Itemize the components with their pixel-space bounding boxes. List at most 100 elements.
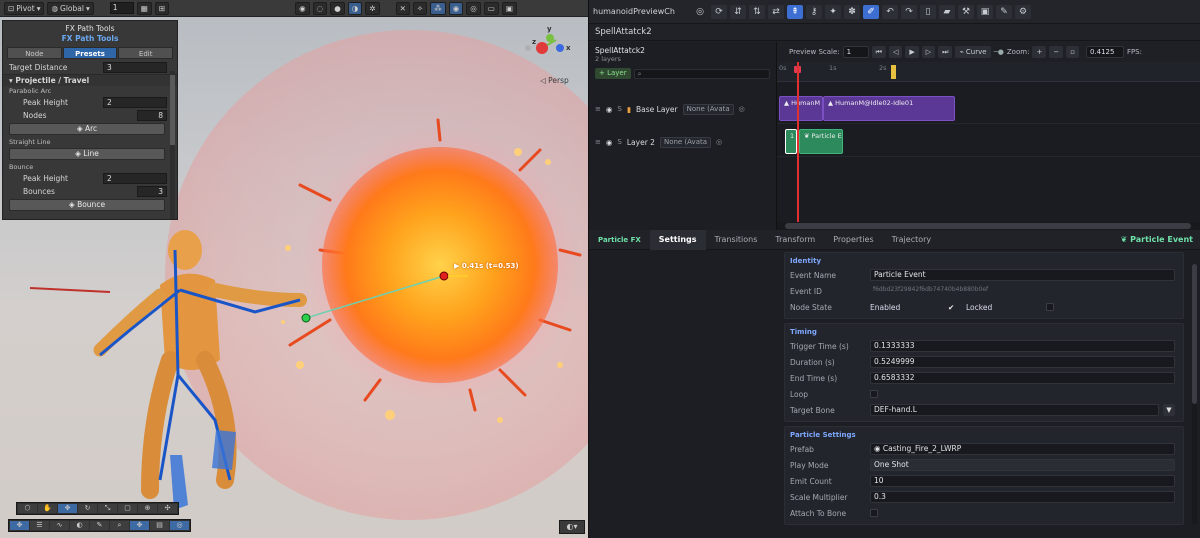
enabled-checkbox[interactable]: ✔ xyxy=(948,303,966,312)
paw-icon[interactable]: ✽ xyxy=(844,4,860,19)
target-pick-icon[interactable]: ◎ xyxy=(692,5,708,19)
curve-icon[interactable]: ∿ xyxy=(50,521,69,530)
anim-clip-humanm[interactable]: ▲ HumanM xyxy=(779,96,823,121)
tools-icon[interactable]: ⚒ xyxy=(958,4,974,19)
gizmos-button[interactable]: ▣ xyxy=(501,1,517,15)
draw-mode-button[interactable]: ◉ xyxy=(295,1,310,15)
event-clip-small[interactable]: 1 xyxy=(785,129,797,154)
track-base-layer[interactable]: ▲ HumanM ▲ HumanM@Idle02-Idle01 xyxy=(777,94,1200,124)
last-frame-button[interactable]: ⏭ xyxy=(938,46,953,58)
target-icon[interactable]: ◎ xyxy=(170,521,189,530)
first-frame-button[interactable]: ⏮ xyxy=(871,46,886,58)
play-mode-select[interactable]: One Shot xyxy=(870,459,1175,471)
drag-handle-icon[interactable]: ≡ xyxy=(595,138,601,146)
tab-transitions[interactable]: Transitions xyxy=(706,230,767,250)
emit-count-input[interactable]: 10 xyxy=(870,475,1175,487)
layer-row-base[interactable]: ≡ ◉ S ▮ Base Layer None (Avata ◎ xyxy=(589,94,777,124)
peak-height-field[interactable]: 2 xyxy=(103,97,167,108)
attach-to-bone-checkbox[interactable] xyxy=(870,509,878,517)
target-icon[interactable]: ◎ xyxy=(716,138,722,146)
locked-checkbox[interactable] xyxy=(1046,303,1054,311)
pivot-dropdown[interactable]: ⊡ Pivot ▾ xyxy=(4,1,45,15)
playhead-line[interactable] xyxy=(797,62,799,230)
node-edit-icon[interactable]: ▤ xyxy=(150,521,169,530)
effects-toggle-button[interactable]: ⁂ xyxy=(430,1,446,15)
half-circle-icon[interactable]: ◐ xyxy=(70,521,89,530)
brush-icon[interactable]: ✎ xyxy=(90,521,109,530)
swap-icon[interactable]: ⇄ xyxy=(768,4,784,19)
zoom-out-button[interactable]: − xyxy=(1049,46,1064,58)
tab-edit[interactable]: Edit xyxy=(118,47,174,59)
time-ruler[interactable]: 0s 1s 2s xyxy=(777,62,1200,82)
inspector-scroll-thumb[interactable] xyxy=(1192,264,1197,404)
solo-toggle[interactable]: S xyxy=(617,105,621,113)
grid-toggle-button[interactable]: ⊞ xyxy=(154,1,170,15)
path-start-handle[interactable] xyxy=(301,313,311,323)
layer-row-2[interactable]: ≡ ◉ S Layer 2 None (Avata ◎ xyxy=(589,127,777,157)
shading-lit-button[interactable]: ◑ xyxy=(347,1,363,15)
zoom-fit-button[interactable]: ▫ xyxy=(1066,46,1079,58)
zoom-in-button[interactable]: + xyxy=(1032,46,1047,58)
play-button[interactable]: ▶ xyxy=(905,46,919,58)
end-time-input[interactable]: 0.6583332 xyxy=(870,372,1175,384)
next-frame-button[interactable]: ▷ xyxy=(921,46,936,58)
sliders-icon[interactable]: ☰ xyxy=(30,521,49,530)
brush-tool-icon[interactable]: ✎ xyxy=(996,4,1012,19)
arc-button[interactable]: ◈ Arc xyxy=(9,123,165,135)
gear-icon[interactable]: ⚙ xyxy=(1015,4,1031,19)
timeline-scroll-thumb[interactable] xyxy=(785,223,1191,229)
camera-view-button[interactable]: ◐▾ xyxy=(559,520,585,534)
scale-icon[interactable]: ⤡ xyxy=(98,504,117,513)
sync-icon[interactable]: ⇵ xyxy=(730,4,746,19)
refresh-icon[interactable]: ⟳ xyxy=(711,4,727,19)
trigger-time-input[interactable]: 0.1333333 xyxy=(870,340,1175,352)
redo-icon[interactable]: ↷ xyxy=(901,4,917,19)
global-dropdown[interactable]: ◍ Global ▾ xyxy=(47,1,94,15)
target-icon[interactable]: ◎ xyxy=(739,105,745,113)
play-loop-icon[interactable]: ⇅ xyxy=(749,4,765,19)
event-clip-particle[interactable]: ❦ Particle Eve xyxy=(799,129,843,154)
eye-icon[interactable]: ◉ xyxy=(606,105,613,114)
rotate-icon[interactable]: ↻ xyxy=(78,504,97,513)
transform-icon[interactable]: ⊕ xyxy=(138,504,157,513)
curve-button[interactable]: ⌁ Curve xyxy=(955,46,991,58)
undo-icon[interactable]: ↶ xyxy=(882,4,898,19)
preview-object-field[interactable]: humanoidPreviewCh xyxy=(593,7,689,16)
snap-value-field[interactable]: 1 xyxy=(109,2,134,14)
bounce-button[interactable]: ◈ Bounce xyxy=(9,199,165,211)
lock-icon[interactable]: ▮ xyxy=(627,105,631,114)
scene-view[interactable]: ⊡ Pivot ▾ ◍ Global ▾ 1 ▦ ⊞ ◉ ◌ ● ◑ ✲ ✕ ✧ ⁂ ◉… xyxy=(0,0,588,538)
node-move-icon[interactable]: ✥ xyxy=(130,521,149,530)
preview-scale-field[interactable]: 1 xyxy=(842,46,869,58)
projectile-section-header[interactable]: ▾ Projectile / Travel xyxy=(3,74,177,86)
2d-toggle-button[interactable]: ✕ xyxy=(395,1,410,15)
loop-checkbox[interactable] xyxy=(870,390,878,398)
lighting-toggle-button[interactable]: ✧ xyxy=(412,1,428,15)
tab-trajectory[interactable]: Trajectory xyxy=(883,230,941,250)
camera-settings-button[interactable]: ▭ xyxy=(483,1,499,15)
save-icon[interactable]: ▣ xyxy=(977,4,993,19)
target-distance-field[interactable]: 3 xyxy=(103,62,167,73)
wand-icon[interactable]: ✐ xyxy=(863,4,879,19)
spawn-icon[interactable]: ⇞ xyxy=(787,4,803,19)
shading-solid-button[interactable]: ● xyxy=(330,1,345,15)
tab-properties[interactable]: Properties xyxy=(824,230,882,250)
tab-node[interactable]: Node xyxy=(7,47,62,59)
duration-input[interactable]: 0.5249999 xyxy=(870,356,1175,368)
visibility-toggle-button[interactable]: ◉ xyxy=(448,1,464,15)
panel-scroll-thumb[interactable] xyxy=(170,75,175,145)
key-icon[interactable]: ⚷ xyxy=(806,4,822,19)
clip-end-marker[interactable] xyxy=(891,65,896,79)
zoom-slider[interactable]: ─● xyxy=(994,48,1004,56)
tab-transform[interactable]: Transform xyxy=(766,230,824,250)
bounces-field[interactable]: 3 xyxy=(137,186,167,197)
magnify-icon[interactable]: ⌕ xyxy=(110,521,129,530)
event-name-input[interactable]: Particle Event xyxy=(870,269,1175,281)
drag-handle-icon[interactable]: ≡ xyxy=(595,105,601,113)
line-button[interactable]: ◈ Line xyxy=(9,148,165,160)
path-move-icon[interactable]: ✥ xyxy=(10,521,29,530)
custom-tool-icon[interactable]: ✣ xyxy=(158,504,177,513)
current-time-field[interactable]: 0.4125 xyxy=(1085,46,1124,58)
bone-dropdown-button[interactable]: ▼ xyxy=(1163,404,1175,416)
tab-settings[interactable]: Settings xyxy=(649,229,706,250)
